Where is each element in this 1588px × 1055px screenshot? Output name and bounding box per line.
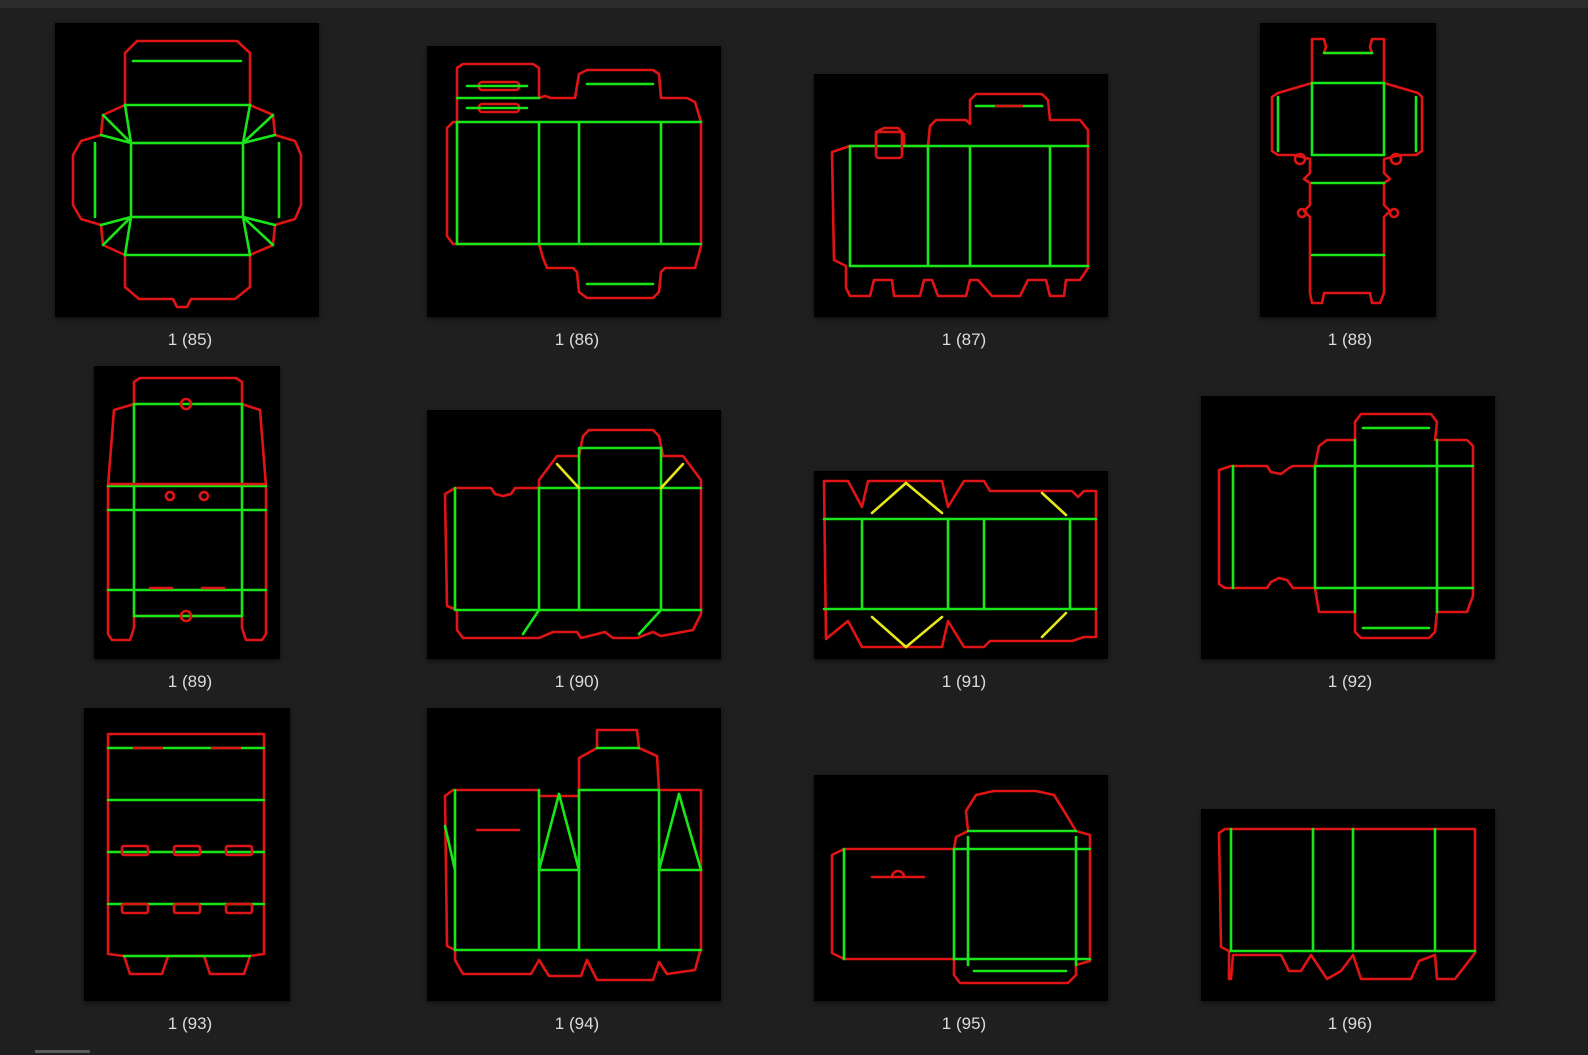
file-name: 1 (89) (167, 672, 213, 691)
dieline-thumbnail[interactable] (94, 366, 280, 659)
window-top-edge (0, 0, 1588, 8)
file-name: 1 (85) (167, 330, 213, 349)
dieline-thumbnail[interactable] (84, 708, 290, 1001)
dieline-thumbnail[interactable] (55, 23, 319, 317)
file-name: 1 (86) (554, 330, 600, 349)
file-name: 1 (95) (941, 1014, 987, 1033)
file-name: 1 (92) (1327, 672, 1373, 691)
file-name: 1 (93) (167, 1014, 213, 1033)
dieline-thumbnail[interactable] (427, 708, 721, 1001)
dieline-thumbnail[interactable] (427, 46, 721, 317)
dieline-thumbnail[interactable] (1260, 23, 1436, 317)
dieline-thumbnail[interactable] (814, 74, 1108, 317)
file-name: 1 (94) (554, 1014, 600, 1033)
file-name: 1 (91) (941, 672, 987, 691)
file-name: 1 (96) (1327, 1014, 1373, 1033)
file-name: 1 (90) (554, 672, 600, 691)
file-name: 1 (88) (1327, 330, 1373, 349)
dieline-thumbnail[interactable] (814, 775, 1108, 1001)
dieline-thumbnail[interactable] (427, 410, 721, 659)
dieline-thumbnail[interactable] (1201, 396, 1495, 659)
dieline-thumbnail[interactable] (814, 471, 1108, 659)
dieline-thumbnail[interactable] (1201, 809, 1495, 1001)
horizontal-scrollbar-thumb[interactable] (35, 1050, 90, 1053)
file-name: 1 (87) (941, 330, 987, 349)
